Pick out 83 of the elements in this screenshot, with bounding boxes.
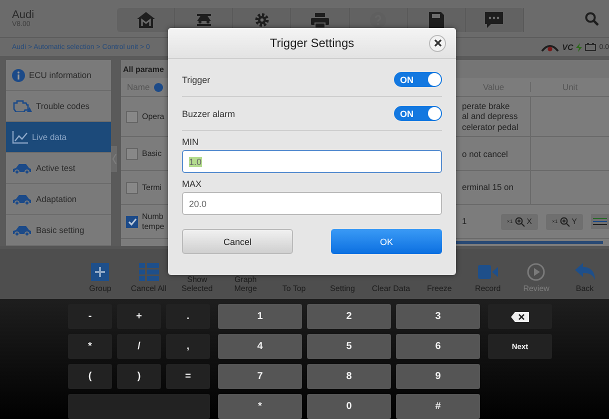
key[interactable]: ( (68, 364, 112, 389)
key[interactable]: * (68, 334, 112, 359)
list-icon (138, 263, 159, 281)
key[interactable]: 0 (307, 394, 391, 419)
parameter-value: perate brake (462, 100, 511, 112)
bolt-icon (576, 42, 582, 52)
parameter-name: Basic (142, 148, 163, 159)
key[interactable]: 5 (307, 334, 391, 359)
toggle-switch[interactable]: ON (394, 72, 442, 87)
key[interactable]: 6 (396, 334, 480, 359)
key[interactable]: 4 (218, 334, 302, 359)
connection-icon (541, 42, 560, 52)
sidebar-item[interactable]: ECU information (6, 60, 111, 91)
video-camera-icon (478, 265, 498, 279)
key[interactable]: ) (117, 364, 161, 389)
car-icon (12, 194, 32, 204)
plus-icon (91, 263, 110, 281)
car-icon (12, 224, 32, 236)
ok-button[interactable]: OK (331, 229, 442, 254)
play-icon (527, 263, 546, 281)
info-icon (12, 68, 25, 82)
table-title: All parame (123, 64, 164, 74)
close-icon (434, 39, 442, 47)
search-button[interactable] (583, 10, 601, 28)
key[interactable]: - (68, 304, 112, 329)
toggle-switch[interactable]: ON (394, 106, 442, 121)
checkbox[interactable] (126, 148, 138, 160)
backspace-icon (511, 312, 529, 322)
input-field[interactable]: 20.0 (182, 192, 442, 215)
parameter-value: celerator pedal (462, 122, 518, 132)
engine-warning-icon (12, 100, 32, 112)
input-field[interactable]: 1.0 (182, 150, 442, 173)
field-label: MAX (182, 179, 203, 189)
save-icon (428, 12, 444, 28)
key[interactable]: , (166, 334, 210, 359)
key[interactable]: * (218, 394, 302, 419)
key[interactable]: 9 (396, 364, 480, 389)
parameter-value: erminal 15 on (462, 182, 514, 193)
close-button[interactable] (429, 34, 446, 52)
parameter-value: al and depress (462, 111, 518, 122)
sidebar-item[interactable]: Active test (6, 153, 111, 184)
checkbox[interactable] (126, 110, 138, 123)
app-title: Audi (12, 9, 36, 21)
back-arrow-icon (574, 263, 595, 281)
key[interactable]: + (117, 304, 161, 329)
parameter-name: Numb tempe (142, 212, 166, 232)
parameter-name: Opera (142, 112, 166, 122)
cancel-button[interactable]: Cancel (182, 229, 293, 254)
backspace-key[interactable] (488, 304, 552, 329)
key[interactable]: 3 (396, 304, 480, 329)
key[interactable]: 2 (307, 304, 391, 329)
key[interactable]: 1 (218, 304, 302, 329)
parameter-value: 1 (462, 216, 467, 227)
setting-label: Buzzer alarm (182, 108, 236, 118)
car-icon (12, 162, 32, 174)
home-icon (136, 12, 155, 28)
key[interactable]: # (396, 394, 480, 419)
settings-icon (254, 12, 270, 28)
key[interactable]: 7 (218, 364, 302, 389)
message-icon (485, 12, 504, 28)
sidebar-item[interactable]: Live data (6, 122, 111, 153)
parameter-name: Termi (142, 182, 163, 193)
zoom-in-icon (514, 216, 525, 227)
legend-lines-icon[interactable] (591, 214, 609, 230)
battery-icon (585, 43, 596, 51)
checkbox[interactable] (126, 182, 138, 194)
checkbox[interactable] (126, 216, 138, 228)
key[interactable]: = (166, 364, 210, 389)
checkmark-icon (128, 218, 136, 226)
dialog-title: Trigger Settings (270, 36, 354, 50)
line-chart-icon (12, 130, 28, 144)
field-label: MIN (182, 137, 200, 147)
parameter-value: o not cancel (462, 148, 508, 160)
key[interactable]: . (166, 304, 210, 329)
setting-label: Trigger (182, 74, 210, 84)
key[interactable]: / (117, 334, 161, 359)
printer-icon (310, 12, 329, 28)
sidebar-item[interactable]: Adaptation (6, 184, 111, 215)
search-icon (585, 12, 599, 26)
key[interactable]: 8 (307, 364, 391, 389)
vci-label: VC (562, 42, 574, 52)
zoom-in-icon (560, 216, 570, 227)
collapse-handle[interactable] (111, 146, 117, 172)
